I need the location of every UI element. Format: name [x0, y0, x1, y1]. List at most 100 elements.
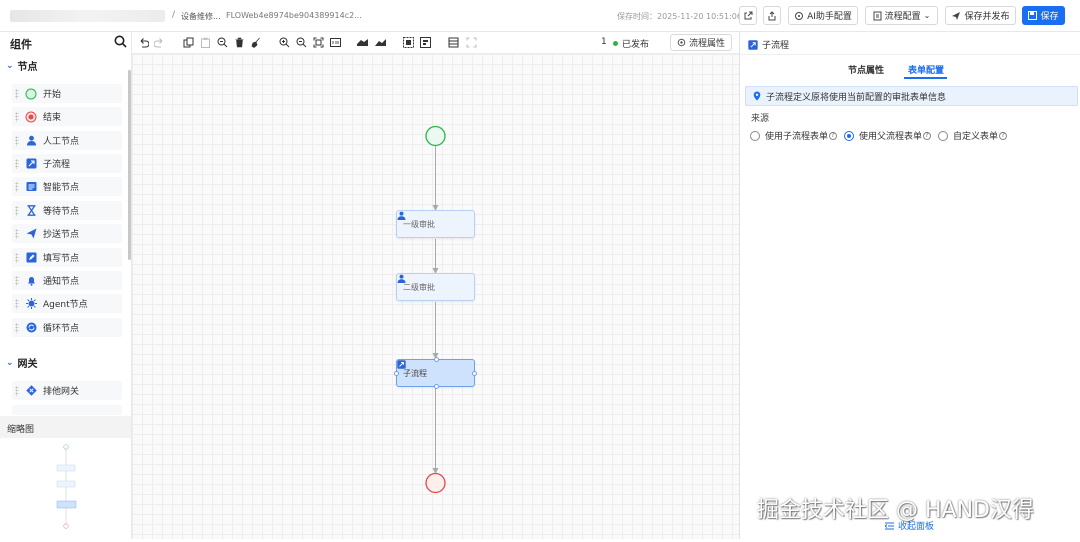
component-item-label: 子流程: [43, 160, 71, 170]
copy-icon[interactable]: [182, 36, 194, 48]
drag-handle-icon[interactable]: [15, 88, 19, 99]
start-circle-icon: [25, 88, 37, 100]
radio-circle-selected[interactable]: [844, 130, 855, 141]
redo-icon[interactable]: [153, 36, 165, 48]
save-time-text: 保存时间：2025-11-20 10:51:06: [617, 12, 742, 21]
minimap-preview: [56, 444, 77, 529]
external-link-button[interactable]: [739, 6, 757, 25]
radio-custom-form[interactable]: 自定义表单 ?: [938, 129, 1008, 142]
fullscreen-icon[interactable]: [465, 36, 477, 48]
drag-handle-icon[interactable]: [15, 181, 19, 192]
component-item-label: Agent节点: [43, 300, 88, 310]
component-item-notify[interactable]: 通知节点: [12, 271, 122, 290]
paste-icon[interactable]: [199, 36, 211, 48]
breadcrumb-process-name[interactable]: 设备维修...: [181, 11, 221, 22]
zoom-in-icon[interactable]: [278, 36, 290, 48]
publish-status-label: 已发布: [622, 40, 650, 50]
gear-icon: [677, 38, 686, 47]
flow-node-approval-1[interactable]: 一级审批: [396, 210, 475, 238]
connection-handle-top[interactable]: [434, 357, 439, 362]
actual-size-icon[interactable]: [329, 36, 341, 48]
component-item-label: 人工节点: [43, 137, 80, 147]
minimap[interactable]: [0, 438, 131, 539]
drag-handle-icon[interactable]: [15, 322, 19, 333]
group-gateway-header[interactable]: ⌄ 网关: [6, 355, 38, 371]
undo-icon[interactable]: [137, 36, 149, 48]
drag-handle-icon[interactable]: [15, 205, 19, 216]
info-banner: 子流程定义原将使用当前配置的审批表单信息: [745, 86, 1078, 106]
layout-horizontal-icon[interactable]: [356, 36, 368, 48]
drag-handle-icon[interactable]: [15, 228, 19, 239]
connection-handle-right[interactable]: [472, 371, 477, 376]
breadcrumb-separator: /: [172, 10, 176, 20]
connection-handle-bottom[interactable]: [434, 384, 439, 389]
component-item-loop[interactable]: 循环节点: [12, 318, 122, 337]
radio-circle[interactable]: [750, 130, 760, 141]
fit-view-icon[interactable]: [312, 36, 324, 48]
drag-handle-icon[interactable]: [15, 385, 19, 396]
smart-icon: [25, 181, 37, 193]
ai-assistant-label: AI助手配置: [807, 12, 852, 22]
drag-handle-icon[interactable]: [15, 111, 19, 122]
layout-vertical-icon[interactable]: [374, 36, 386, 48]
zoom-reset-icon[interactable]: [216, 36, 228, 48]
share-button[interactable]: [763, 6, 781, 25]
component-item-smart[interactable]: 智能节点: [12, 177, 122, 196]
drag-handle-icon[interactable]: [15, 298, 19, 309]
source-label: 来源: [751, 114, 770, 124]
search-icon[interactable]: [114, 35, 127, 48]
flow-node-approval-2[interactable]: 二级审批: [396, 273, 475, 301]
process-attributes-label: 流程属性: [688, 39, 725, 49]
component-item-fill[interactable]: 填写节点: [12, 248, 122, 267]
flow-canvas[interactable]: 一级审批 二级审批 子流程: [132, 54, 739, 539]
radio-subprocess-form[interactable]: 使用子流程表单 ?: [750, 129, 838, 142]
connection-handle-left[interactable]: [394, 371, 399, 376]
select-box-icon[interactable]: [402, 36, 414, 48]
save-and-publish-button[interactable]: 保存并发布: [945, 6, 1016, 25]
flow-node-subprocess[interactable]: 子流程: [394, 357, 477, 389]
process-attributes-button[interactable]: 流程属性: [670, 34, 732, 51]
help-icon[interactable]: ?: [999, 131, 1008, 140]
zoom-out-icon[interactable]: [295, 36, 307, 48]
align-icon[interactable]: [447, 36, 459, 48]
tab-form-config[interactable]: 表单配置: [908, 63, 944, 76]
component-item-cc[interactable]: 抄送节点: [12, 224, 122, 243]
help-icon[interactable]: ?: [923, 131, 932, 140]
drag-handle-icon[interactable]: [15, 252, 19, 263]
component-panel-scrollbar[interactable]: [128, 70, 131, 260]
drag-handle-icon[interactable]: [15, 158, 19, 169]
drag-handle-icon[interactable]: [15, 135, 19, 146]
radio-parent-form[interactable]: 使用父流程表单 ?: [844, 129, 932, 142]
group-nodes-header[interactable]: ⌄ 节点: [6, 58, 38, 74]
component-item-end[interactable]: 结束: [12, 107, 122, 126]
save-label: 保存: [1040, 12, 1059, 22]
clear-icon[interactable]: [250, 36, 262, 48]
component-item-label: 抄送节点: [43, 230, 80, 240]
component-item-exclusive-gateway[interactable]: 排他网关: [12, 381, 122, 400]
tab-node-properties[interactable]: 节点属性: [848, 63, 884, 76]
component-item-user-task[interactable]: 人工节点: [12, 131, 122, 150]
app-window: / 设备维修... FLOWeb4e8974be904389914c2... 保…: [0, 0, 1080, 539]
user-icon: [25, 135, 37, 147]
process-config-dropdown[interactable]: 流程配置 ⌄: [865, 6, 938, 25]
save-button[interactable]: 保存: [1022, 6, 1065, 25]
ai-assistant-button[interactable]: AI助手配置: [788, 6, 858, 25]
status-dot: [613, 41, 618, 46]
document-icon: [873, 11, 882, 20]
drag-handle-icon[interactable]: [15, 275, 19, 286]
component-item-agent[interactable]: Agent节点: [12, 294, 122, 313]
component-item-start[interactable]: 开始: [12, 84, 122, 103]
hourglass-icon: [25, 205, 37, 217]
flow-node-label: 二级审批: [403, 282, 435, 292]
help-icon[interactable]: ?: [829, 131, 838, 140]
chevron-down-icon: ⌄: [923, 11, 931, 20]
delete-icon[interactable]: [233, 36, 245, 48]
component-item-label: 结束: [43, 113, 62, 123]
gateway-icon: [25, 385, 37, 397]
radio-circle[interactable]: [938, 130, 949, 141]
chevron-down-icon: ⌄: [6, 60, 14, 71]
lasso-icon[interactable]: [419, 36, 431, 48]
component-item-wait[interactable]: 等待节点: [12, 201, 122, 220]
active-tab-indicator: [904, 77, 947, 79]
component-item-subprocess[interactable]: 子流程: [12, 154, 122, 173]
